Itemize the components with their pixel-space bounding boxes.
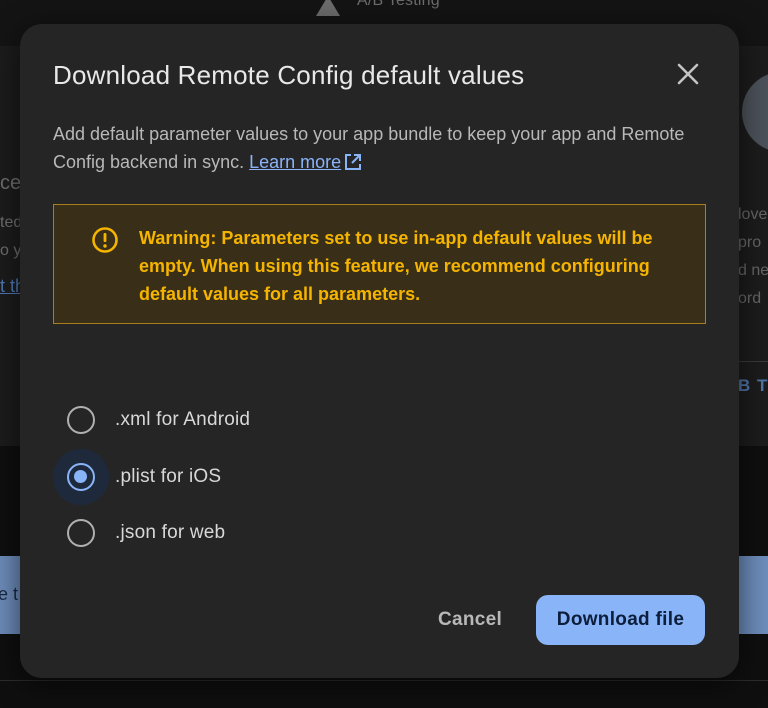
radio-option-ios[interactable]: .plist for iOS	[53, 449, 353, 505]
top-bar-label[interactable]: A/B Testing	[357, 0, 440, 10]
radio-button[interactable]	[67, 463, 95, 491]
right-card-tab[interactable]: B T	[738, 376, 768, 396]
dialog-description: Add default parameter values to your app…	[53, 120, 703, 176]
radio-button[interactable]	[67, 406, 95, 434]
radio-label: .json for web	[115, 522, 226, 543]
learn-more-label: Learn more	[249, 152, 342, 172]
close-button[interactable]	[674, 60, 702, 88]
radio-selected-dot	[74, 470, 87, 483]
ab-testing-icon	[316, 0, 340, 16]
external-link-icon	[345, 154, 362, 170]
left-card-fragment: o y	[0, 242, 22, 259]
right-card-fragment: d ne	[738, 262, 768, 279]
left-card-fragment: ted	[0, 214, 23, 231]
divider	[738, 361, 768, 362]
dialog-title: Download Remote Config default values	[53, 60, 525, 90]
banner-fragment: e t	[0, 584, 19, 604]
right-card-fragment: ord	[738, 290, 762, 307]
right-banner	[738, 556, 768, 634]
warning-icon	[92, 227, 118, 253]
warning-banner: Warning: Parameters set to use in-app de…	[53, 204, 706, 324]
radio-label: .plist for iOS	[115, 466, 222, 487]
download-file-button[interactable]: Download file	[536, 595, 705, 645]
left-card-fragment: ce	[0, 172, 22, 194]
avatar	[742, 72, 768, 152]
right-card-fragment: love	[738, 206, 768, 223]
radio-button[interactable]	[67, 519, 95, 547]
divider	[0, 680, 768, 681]
cancel-button[interactable]: Cancel	[420, 596, 520, 644]
learn-more-link[interactable]: Learn more	[249, 152, 341, 172]
radio-label: .xml for Android	[115, 409, 251, 430]
radio-option-web[interactable]: .json for web	[53, 505, 353, 561]
close-icon	[677, 63, 699, 85]
warning-text: Warning: Parameters set to use in-app de…	[139, 228, 653, 304]
description-text: Add default parameter values to your app…	[53, 124, 685, 172]
download-defaults-dialog: Download Remote Config default values Ad…	[20, 24, 739, 678]
right-card-fragment: pro	[738, 234, 762, 251]
radio-option-android[interactable]: .xml for Android	[53, 392, 353, 448]
